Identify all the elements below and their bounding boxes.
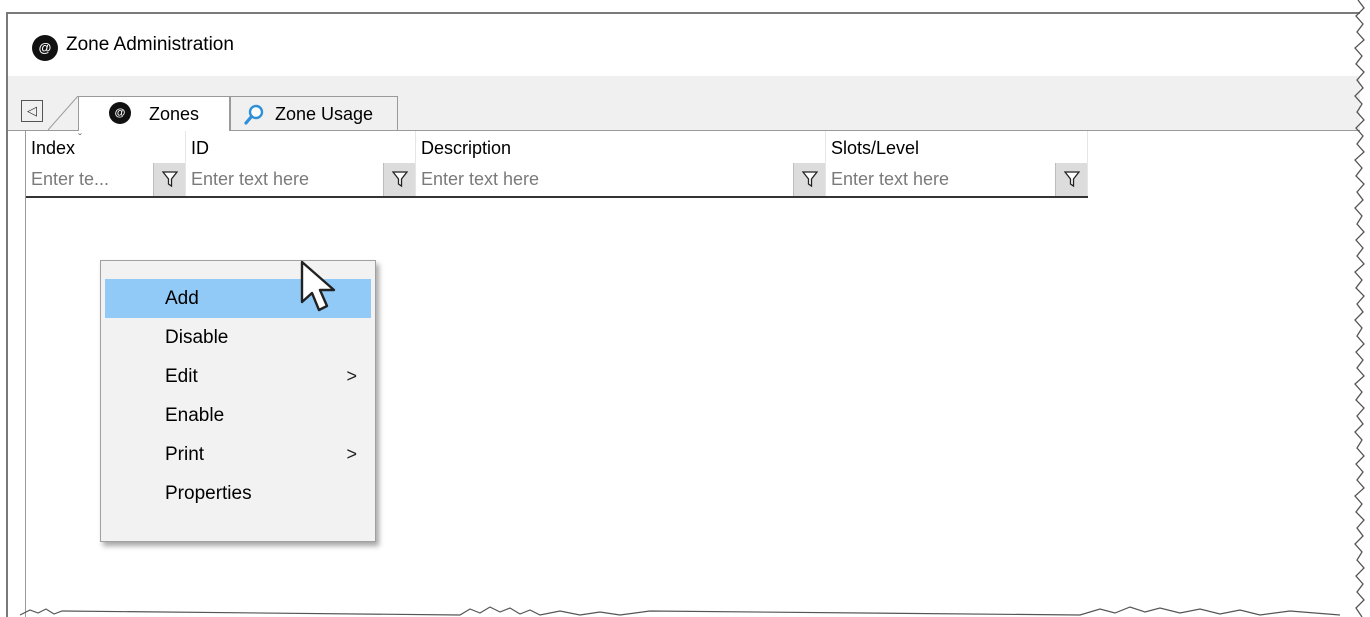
filter-cell-index [26, 163, 186, 196]
filter-input-description[interactable] [416, 163, 794, 196]
menu-item-enable[interactable]: Enable [105, 396, 371, 435]
funnel-icon [162, 171, 178, 188]
tab-scroll-left-button[interactable]: ◁ [21, 100, 43, 122]
menu-item-edit[interactable]: Edit > [105, 357, 371, 396]
tab-strip-slant [48, 96, 78, 131]
filter-cell-id [186, 163, 416, 196]
tab-zones-label: Zones [149, 104, 200, 124]
filter-row-underline [26, 196, 1088, 198]
menu-item-print-label: Print [165, 444, 205, 465]
filter-button-index[interactable] [153, 163, 185, 196]
column-header-slots-level-label: Slots/Level [831, 138, 920, 158]
app-at-icon: @ [32, 35, 58, 61]
window-title: Zone Administration [66, 34, 234, 55]
mouse-pointer-icon [300, 260, 336, 312]
column-header-index[interactable]: Index ˇ [26, 131, 186, 163]
sort-chevron-icon: ˇ [78, 131, 82, 145]
filter-button-id[interactable] [383, 163, 415, 196]
title-bar: @ Zone Administration [8, 14, 1360, 76]
magnifier-icon [244, 104, 264, 125]
column-header-description[interactable]: Description [416, 131, 826, 163]
column-header-id-label: ID [191, 138, 209, 158]
filter-button-description[interactable] [793, 163, 825, 196]
app-at-icon: @ [109, 102, 131, 124]
filter-input-slots-level[interactable] [826, 163, 1056, 196]
submenu-arrow-icon: > [346, 366, 357, 386]
torn-edge-right [1354, 0, 1365, 617]
tab-zone-usage[interactable]: Zone Usage [230, 96, 398, 130]
submenu-arrow-icon: > [346, 444, 357, 464]
funnel-icon [802, 171, 818, 188]
filter-button-slots-level[interactable] [1055, 163, 1087, 196]
filter-input-id[interactable] [186, 163, 384, 196]
menu-item-properties[interactable]: Properties [105, 474, 371, 513]
menu-item-disable-label: Disable [165, 327, 229, 348]
menu-item-enable-label: Enable [165, 405, 225, 426]
funnel-icon [392, 171, 408, 188]
menu-item-properties-label: Properties [165, 483, 252, 504]
column-header-index-label: Index [31, 138, 76, 158]
column-header-slots-level[interactable]: Slots/Level [826, 131, 1088, 163]
torn-edge-bottom [19, 606, 1341, 616]
tab-zones[interactable]: @ Zones [78, 96, 230, 131]
filter-cell-description [416, 163, 826, 196]
filter-cell-slots-level [826, 163, 1088, 196]
tab-strip: ◁ @ Zones Zone Usage [8, 76, 1360, 131]
menu-item-add-label: Add [165, 288, 199, 309]
menu-item-disable[interactable]: Disable [105, 318, 371, 357]
filter-input-index[interactable] [26, 163, 154, 196]
column-header-description-label: Description [421, 138, 512, 158]
menu-item-print[interactable]: Print > [105, 435, 371, 474]
tab-zone-usage-label: Zone Usage [275, 104, 374, 124]
column-header-id[interactable]: ID [186, 131, 416, 163]
menu-item-edit-label: Edit [165, 366, 198, 387]
funnel-icon [1064, 171, 1080, 188]
